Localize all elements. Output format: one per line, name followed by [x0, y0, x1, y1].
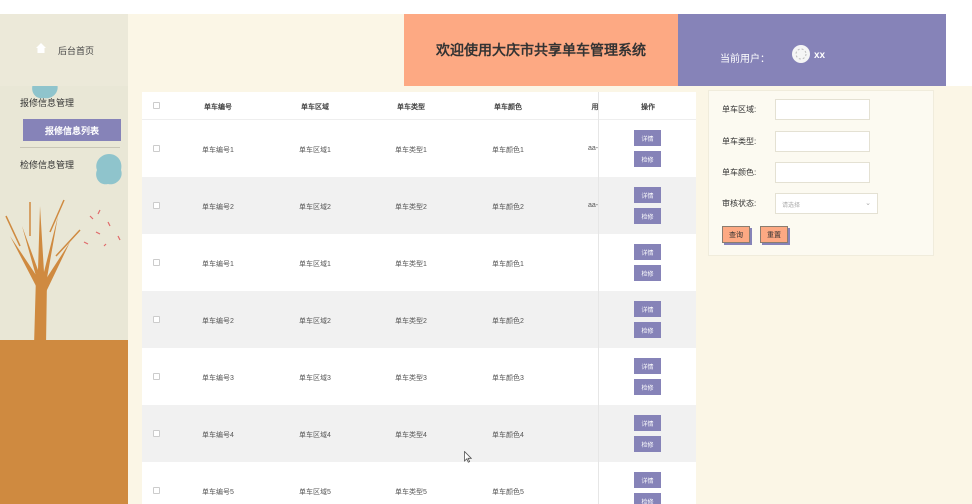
repair-button[interactable]: 检修: [634, 208, 661, 224]
cell-bike-no: 单车编号2: [202, 204, 234, 211]
repair-table: 单车编号 单车区域 单车类型 单车颜色 用 操作 单车编号1 单车区域1 单车类…: [142, 92, 696, 504]
color-filter-label: 单车颜色:: [722, 168, 757, 177]
reset-button[interactable]: 重置: [760, 226, 788, 243]
cell-bike-color: 单车颜色4: [492, 432, 524, 439]
home-link[interactable]: 后台首页: [58, 44, 94, 57]
cell-bike-no: 单车编号3: [202, 375, 234, 382]
repair-button[interactable]: 检修: [634, 436, 661, 452]
cell-bike-area: 单车区域2: [299, 204, 331, 211]
cell-bike-area: 单车区域3: [299, 375, 331, 382]
table-row: 单车编号2 单车区域2 单车类型2 单车颜色2 aa- 详情 检修: [142, 177, 696, 234]
detail-button[interactable]: 详情: [634, 130, 661, 146]
row-checkbox[interactable]: [153, 259, 160, 266]
status-filter-placeholder: 请选择: [782, 203, 801, 209]
row-checkbox[interactable]: [153, 487, 160, 494]
cell-bike-area: 单车区域1: [299, 147, 331, 154]
sidebar-ground-decoration: [0, 340, 128, 504]
select-all-checkbox[interactable]: [153, 102, 160, 109]
sidebar-menu-inspection-info[interactable]: 检修信息管理: [20, 158, 74, 171]
sidebar-menu-repair-info[interactable]: 报修信息管理: [20, 96, 74, 109]
detail-button[interactable]: 详情: [634, 472, 661, 488]
area-filter-input[interactable]: [775, 99, 870, 120]
cell-bike-color: 单车颜色1: [492, 261, 524, 268]
cell-bike-no: 单车编号1: [202, 261, 234, 268]
cell-bike-no: 单车编号2: [202, 318, 234, 325]
cell-bike-type: 单车类型1: [395, 261, 427, 268]
header-spacer: [128, 14, 404, 86]
table-row: 单车编号3 单车区域3 单车类型3 单车颜色3 详情 检修: [142, 348, 696, 405]
repair-button[interactable]: 检修: [634, 493, 661, 504]
query-button[interactable]: 查询: [722, 226, 750, 243]
cell-bike-color: 单车颜色5: [492, 489, 524, 496]
avatar-icon[interactable]: [791, 44, 811, 64]
table-row: 单车编号4 单车区域4 单车类型4 单车颜色4 详情 检修: [142, 405, 696, 462]
repair-button[interactable]: 检修: [634, 322, 661, 338]
page-title: 欢迎使用大庆市共享单车管理系统: [404, 14, 678, 86]
cloud-decoration: [96, 154, 122, 185]
table-header-row: 单车编号 单车区域 单车类型 单车颜色 用 操作: [142, 92, 696, 120]
table-row: 单车编号1 单车区域1 单车类型1 单车颜色1 详情 检修: [142, 234, 696, 291]
repair-button[interactable]: 检修: [634, 151, 661, 167]
cell-bike-color: 单车颜色1: [492, 147, 524, 154]
table-scroll-divider: [598, 92, 599, 504]
sidebar-divider: [20, 147, 120, 148]
detail-button[interactable]: 详情: [634, 415, 661, 431]
type-filter-label: 单车类型:: [722, 137, 757, 146]
col-bike-no: 单车编号: [204, 104, 232, 111]
cell-bike-color: 单车颜色3: [492, 375, 524, 382]
color-filter-input[interactable]: [775, 162, 870, 183]
cell-bike-color: 单车颜色2: [492, 318, 524, 325]
tree-illustration: [5, 199, 121, 346]
table-row: 单车编号5 单车区域5 单车类型5 单车颜色5 详情 检修: [142, 462, 696, 504]
cell-bike-type: 单车类型2: [395, 204, 427, 211]
cell-bike-type: 单车类型5: [395, 489, 427, 496]
cell-bike-type: 单车类型2: [395, 318, 427, 325]
cell-user: aa-: [587, 202, 599, 209]
row-checkbox[interactable]: [153, 202, 160, 209]
sidebar-item-repair-list[interactable]: 报修信息列表: [23, 119, 121, 141]
cell-bike-no: 单车编号4: [202, 432, 234, 439]
cell-bike-type: 单车类型4: [395, 432, 427, 439]
cell-bike-no: 单车编号5: [202, 489, 234, 496]
current-user-label: 当前用户：: [720, 54, 770, 65]
sidebar: 报修信息管理 报修信息列表 检修信息管理: [0, 86, 128, 504]
mouse-cursor-icon: [464, 451, 472, 463]
cell-bike-area: 单车区域2: [299, 318, 331, 325]
table-row: 单车编号1 单车区域1 单车类型1 单车颜色1 aa- 详情 检修: [142, 120, 696, 177]
repair-button[interactable]: 检修: [634, 265, 661, 281]
row-checkbox[interactable]: [153, 316, 160, 323]
status-filter-label: 审核状态:: [722, 199, 757, 208]
current-user-name: xx: [814, 50, 826, 61]
cell-bike-color: 单车颜色2: [492, 204, 524, 211]
home-icon[interactable]: [35, 42, 47, 54]
user-panel: 当前用户： xx: [678, 14, 946, 86]
row-checkbox[interactable]: [153, 373, 160, 380]
cell-bike-type: 单车类型1: [395, 147, 427, 154]
cell-bike-area: 单车区域4: [299, 432, 331, 439]
area-filter-label: 单车区域:: [722, 105, 757, 114]
detail-button[interactable]: 详情: [634, 301, 661, 317]
cell-bike-no: 单车编号1: [202, 147, 234, 154]
col-bike-area: 单车区域: [301, 104, 329, 111]
type-filter-input[interactable]: [775, 131, 870, 152]
col-bike-type: 单车类型: [397, 104, 425, 111]
detail-button[interactable]: 详情: [634, 244, 661, 260]
cell-user: aa-: [587, 145, 599, 152]
cell-bike-type: 单车类型3: [395, 375, 427, 382]
col-actions: 操作: [641, 104, 655, 111]
table-row: 单车编号2 单车区域2 单车类型2 单车颜色2 详情 检修: [142, 291, 696, 348]
detail-button[interactable]: 详情: [634, 358, 661, 374]
detail-button[interactable]: 详情: [634, 187, 661, 203]
chevron-down-icon: ⌄: [865, 200, 871, 207]
cell-bike-area: 单车区域1: [299, 261, 331, 268]
status-filter-select[interactable]: 请选择 ⌄: [775, 193, 878, 214]
row-checkbox[interactable]: [153, 430, 160, 437]
col-bike-color: 单车颜色: [494, 104, 522, 111]
repair-button[interactable]: 检修: [634, 379, 661, 395]
row-checkbox[interactable]: [153, 145, 160, 152]
cell-bike-area: 单车区域5: [299, 489, 331, 496]
